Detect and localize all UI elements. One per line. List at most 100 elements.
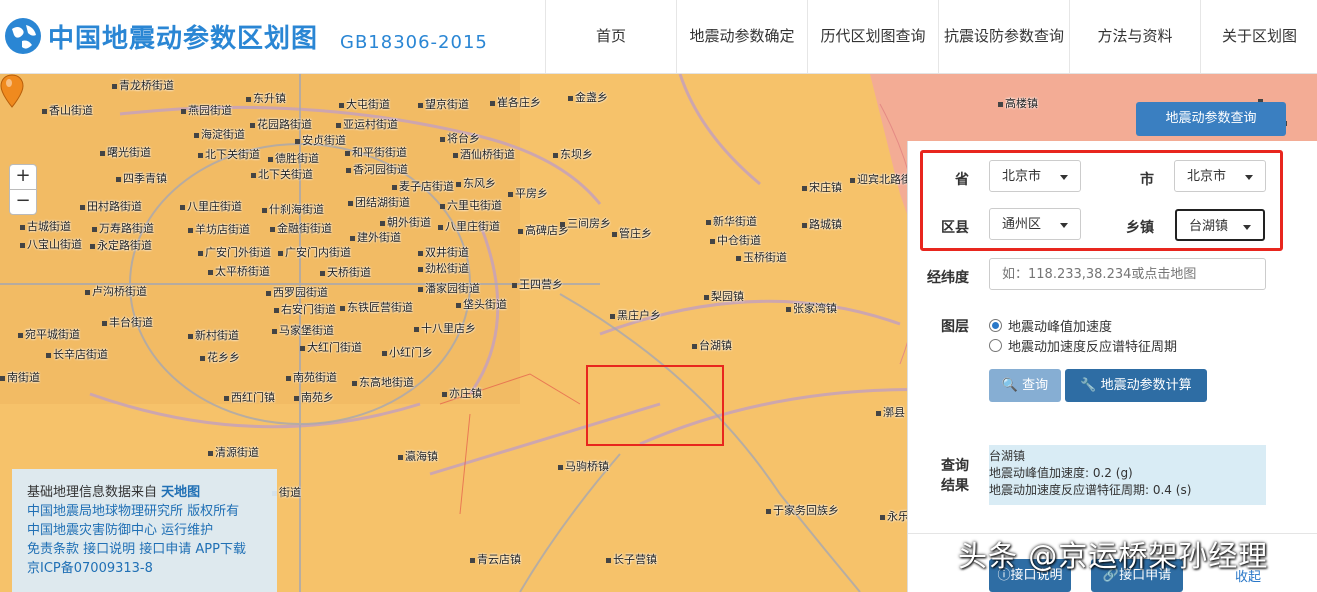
county-select[interactable]: 通州区 (989, 208, 1081, 240)
zoom-in-button[interactable]: + (9, 164, 37, 190)
map-place-label: 建外街道 (350, 229, 401, 245)
map-place-label: 新村街道 (188, 327, 239, 343)
query-button[interactable]: 🔍 查询 (989, 369, 1061, 402)
map-place-label: 大屯街道 (339, 96, 390, 112)
result-pga: 地震动峰值加速度: 0.2 (g) (989, 466, 1133, 480)
map-place-label: 和平街街道 (345, 144, 407, 160)
map-place-label: 花乡乡 (200, 349, 240, 365)
layer-option-pga[interactable]: 地震动峰值加速度 (989, 316, 1112, 335)
layer-option-period[interactable]: 地震动加速度反应谱特征周期 (989, 336, 1177, 355)
map-place-label: 宛平城街道 (18, 326, 80, 342)
map-place-label: 团结湖街道 (348, 194, 410, 210)
map-place-label: 台湖镇 (692, 337, 732, 353)
map-place-label: 路城镇 (802, 216, 842, 232)
map-place-label: 张家湾镇 (786, 300, 837, 316)
map-place-label: 丰台街道 (102, 314, 153, 330)
chevron-down-icon (1243, 225, 1251, 230)
map-place-label: 管庄乡 (612, 225, 652, 241)
search-icon: 🔍 (1001, 378, 1019, 393)
query-panel: 省 北京市 市 北京市 区县 通州区 乡镇 台湖镇 经纬度 图层 地震动峰值加速… (907, 141, 1317, 592)
result-label-line2: 结果 (941, 478, 969, 494)
map-place-label: 西红门镇 (224, 389, 275, 405)
query-result-box: 台湖镇 地震动峰值加速度: 0.2 (g) 地震动加速度反应谱特征周期: 0.4… (989, 445, 1266, 505)
map-place-label: 垡头街道 (456, 296, 507, 312)
map-place-label: 八里庄街道 (438, 218, 500, 234)
map-place-label: 南苑街道 (286, 369, 337, 385)
map-place-label: 马家堡街道 (272, 322, 334, 338)
map-place-label: 永定路街道 (90, 237, 152, 253)
map-place-label: 麦子店街道 (392, 178, 454, 194)
map-place-label: 东高地街道 (352, 374, 414, 390)
location-highlight-box (586, 365, 724, 446)
map-place-label: 金盏乡 (568, 89, 608, 105)
map-place-label: 田村路街道 (80, 198, 142, 214)
coordinate-input[interactable] (989, 258, 1266, 290)
radio-unselected-icon (989, 339, 1002, 352)
nav-parameter-determination[interactable]: 地震动参数确定 (676, 0, 807, 73)
coordinate-label: 经纬度 (927, 270, 969, 286)
map-place-label: 金融街街道 (270, 220, 332, 236)
map-place-label: 新华街道 (706, 213, 757, 229)
watermark: 头条 @京运桥架孙经理 (958, 539, 1269, 573)
nav-home[interactable]: 首页 (545, 0, 676, 73)
map-place-label: 海淀街道 (194, 126, 245, 142)
site-header: 中国地震动参数区划图 GB18306-2015 首页 地震动参数确定 历代区划图… (0, 0, 1317, 74)
map-place-label: 劲松街道 (418, 260, 469, 276)
map-place-label: 香河园街道 (346, 161, 408, 177)
site-title: 中国地震动参数区划图 (48, 24, 319, 54)
town-select[interactable]: 台湖镇 (1175, 209, 1265, 241)
province-label: 省 (955, 172, 969, 188)
map-place-label: 羊坊店街道 (188, 221, 250, 237)
map-pin-icon[interactable] (0, 74, 24, 108)
province-select[interactable]: 北京市 (989, 160, 1081, 192)
map-place-label: 三间房乡 (560, 215, 611, 231)
wrench-icon: 🔧 (1080, 378, 1097, 393)
map-attribution: 基础地理信息数据来自 天地图 中国地震局地球物理研究所 版权所有 中国地震灾害防… (12, 469, 277, 592)
map-place-label: 小红门乡 (382, 344, 433, 360)
map-place-label: 高楼镇 (998, 95, 1038, 111)
map-place-label: 平房乡 (508, 185, 548, 201)
map-place-label: 潘家园街道 (418, 280, 480, 296)
map-place-label: 漷县 (876, 404, 905, 420)
chevron-down-icon (1245, 175, 1253, 180)
map-place-label: 太平桥街道 (208, 263, 270, 279)
calculate-parameters-button[interactable]: 🔧 地震动参数计算 (1065, 369, 1207, 402)
map-place-label: 双井街道 (418, 244, 469, 260)
nav-historical-maps[interactable]: 历代区划图查询 (807, 0, 938, 73)
map-place-label: 长辛店街道 (46, 346, 108, 362)
map-place-label: 曙光街道 (100, 144, 151, 160)
map-place-label: 什刹海街道 (262, 201, 324, 217)
city-select[interactable]: 北京市 (1174, 160, 1266, 192)
zoom-out-button[interactable]: − (9, 189, 37, 215)
map-place-label: 八宝山街道 (20, 236, 82, 252)
seismic-query-toggle-button[interactable]: 地震动参数查询 (1136, 102, 1286, 136)
map-place-label: 酒仙桥街道 (453, 146, 515, 162)
tianditu-link[interactable]: 天地图 (161, 485, 200, 500)
map-place-label: 右安门街道 (274, 301, 336, 317)
map-place-label: 黑庄户乡 (610, 307, 661, 323)
attribution-links[interactable]: 免责条款 接口说明 接口申请 APP下载 (27, 540, 277, 559)
nav-seismic-fortification[interactable]: 抗震设防参数查询 (938, 0, 1069, 73)
map-place-label: 大红门街道 (300, 339, 362, 355)
radio-selected-icon (989, 319, 1002, 332)
map-place-label: 广安门外街道 (198, 244, 271, 260)
map-place-label: 花园路街道 (250, 116, 312, 132)
chevron-down-icon (1060, 175, 1068, 180)
result-label: 查询 (941, 458, 969, 474)
town-label: 乡镇 (1126, 220, 1154, 236)
map-place-label: 玉桥街道 (736, 249, 787, 265)
map-place-label: 香山街道 (42, 102, 93, 118)
map-place-label: 长子营镇 (606, 551, 657, 567)
map-place-label: 天桥街道 (320, 264, 371, 280)
map-place-label: 万寿路街道 (92, 220, 154, 236)
nav-about[interactable]: 关于区划图 (1200, 0, 1317, 73)
town-select-value: 台湖镇 (1189, 219, 1229, 234)
map-place-label: 青龙桥街道 (112, 77, 174, 93)
map-place-label: 王四营乡 (512, 276, 563, 292)
map-place-label: 清源街道 (208, 444, 259, 460)
map-place-label: 望京街道 (418, 96, 469, 112)
globe-logo-icon (5, 18, 41, 54)
attribution-icp[interactable]: 京ICP备07009313-8 (27, 559, 277, 578)
map-place-label: 东坝乡 (553, 146, 593, 162)
nav-methods-materials[interactable]: 方法与资料 (1069, 0, 1200, 73)
